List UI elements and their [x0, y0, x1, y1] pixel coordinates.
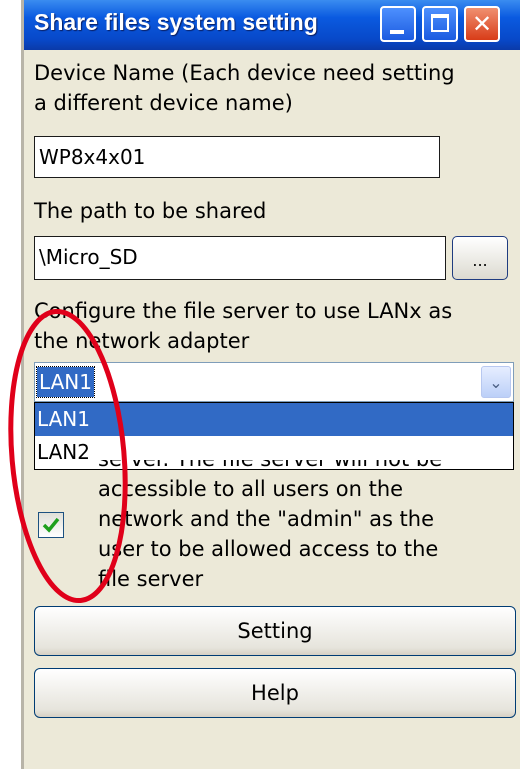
shared-path-label: The path to be shared [34, 199, 267, 223]
device-name-label-line2: a different device name) [34, 91, 293, 115]
minimize-button[interactable] [380, 6, 416, 42]
checkmark-icon [42, 517, 60, 533]
close-button[interactable]: ✕ [464, 6, 500, 42]
help-button[interactable]: Help [34, 668, 516, 718]
minimize-icon [390, 30, 404, 34]
setting-button[interactable]: Setting [34, 606, 516, 656]
maximize-icon [431, 14, 449, 32]
device-name-input[interactable]: WP8x4x01 [34, 136, 440, 178]
window-title: Share files system setting [34, 9, 318, 35]
shared-path-input[interactable]: \Micro_SD [34, 236, 446, 280]
checkbox-text-line4: file server [98, 567, 204, 591]
chevron-down-icon[interactable]: ⌄ [481, 366, 511, 398]
close-icon: ✕ [471, 10, 493, 38]
checkbox-text-line3: user to be allowed access to the [98, 537, 439, 561]
access-checkbox[interactable] [38, 512, 64, 538]
device-name-label-line1: Device Name (Each device need setting [34, 61, 455, 85]
browse-button[interactable]: ... [452, 236, 508, 280]
checkbox-text-line2: network and the "admin" as the [98, 507, 435, 531]
left-window-edge [0, 0, 24, 769]
maximize-button[interactable] [422, 6, 458, 42]
checkbox-text-line0-inner: server. The file server will not be [98, 460, 498, 474]
checkbox-text-line0: server. The file server will not be [98, 460, 498, 474]
adapter-label-line1: Configure the file server to use LANx as [34, 299, 453, 323]
selected-adapter: LAN1 [36, 366, 95, 398]
network-adapter-select[interactable]: LAN1 ⌄ [34, 362, 514, 402]
checkbox-text-line1: accessible to all users on the [98, 477, 404, 501]
adapter-label-line2: the network adapter [34, 329, 250, 353]
adapter-option-lan1[interactable]: LAN1 [35, 403, 513, 436]
settings-window: Share files system setting ✕ Device Name… [24, 0, 520, 769]
title-bar[interactable]: Share files system setting ✕ [24, 0, 520, 50]
